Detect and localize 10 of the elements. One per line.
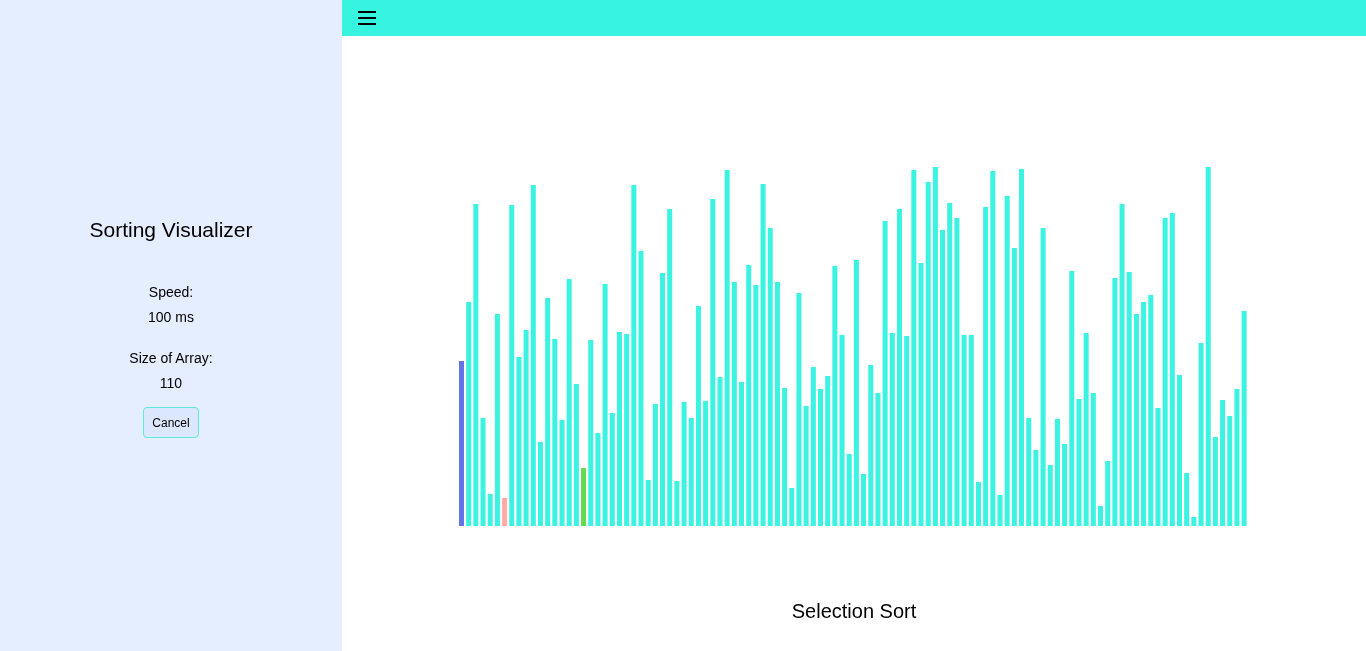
speed-value: 100 ms bbox=[148, 308, 194, 327]
array-size-value: 110 bbox=[159, 374, 183, 393]
algorithm-title: Selection Sort bbox=[791, 599, 917, 623]
app-title: Sorting Visualizer bbox=[89, 217, 253, 243]
highlighted-bar bbox=[581, 468, 587, 526]
cancel-button[interactable]: Cancel bbox=[143, 407, 199, 438]
array-size-label: Size of Array: bbox=[129, 349, 213, 368]
speed-label: Speed: bbox=[148, 283, 194, 302]
menu-icon[interactable] bbox=[358, 11, 376, 25]
highlighted-bar bbox=[502, 498, 508, 526]
